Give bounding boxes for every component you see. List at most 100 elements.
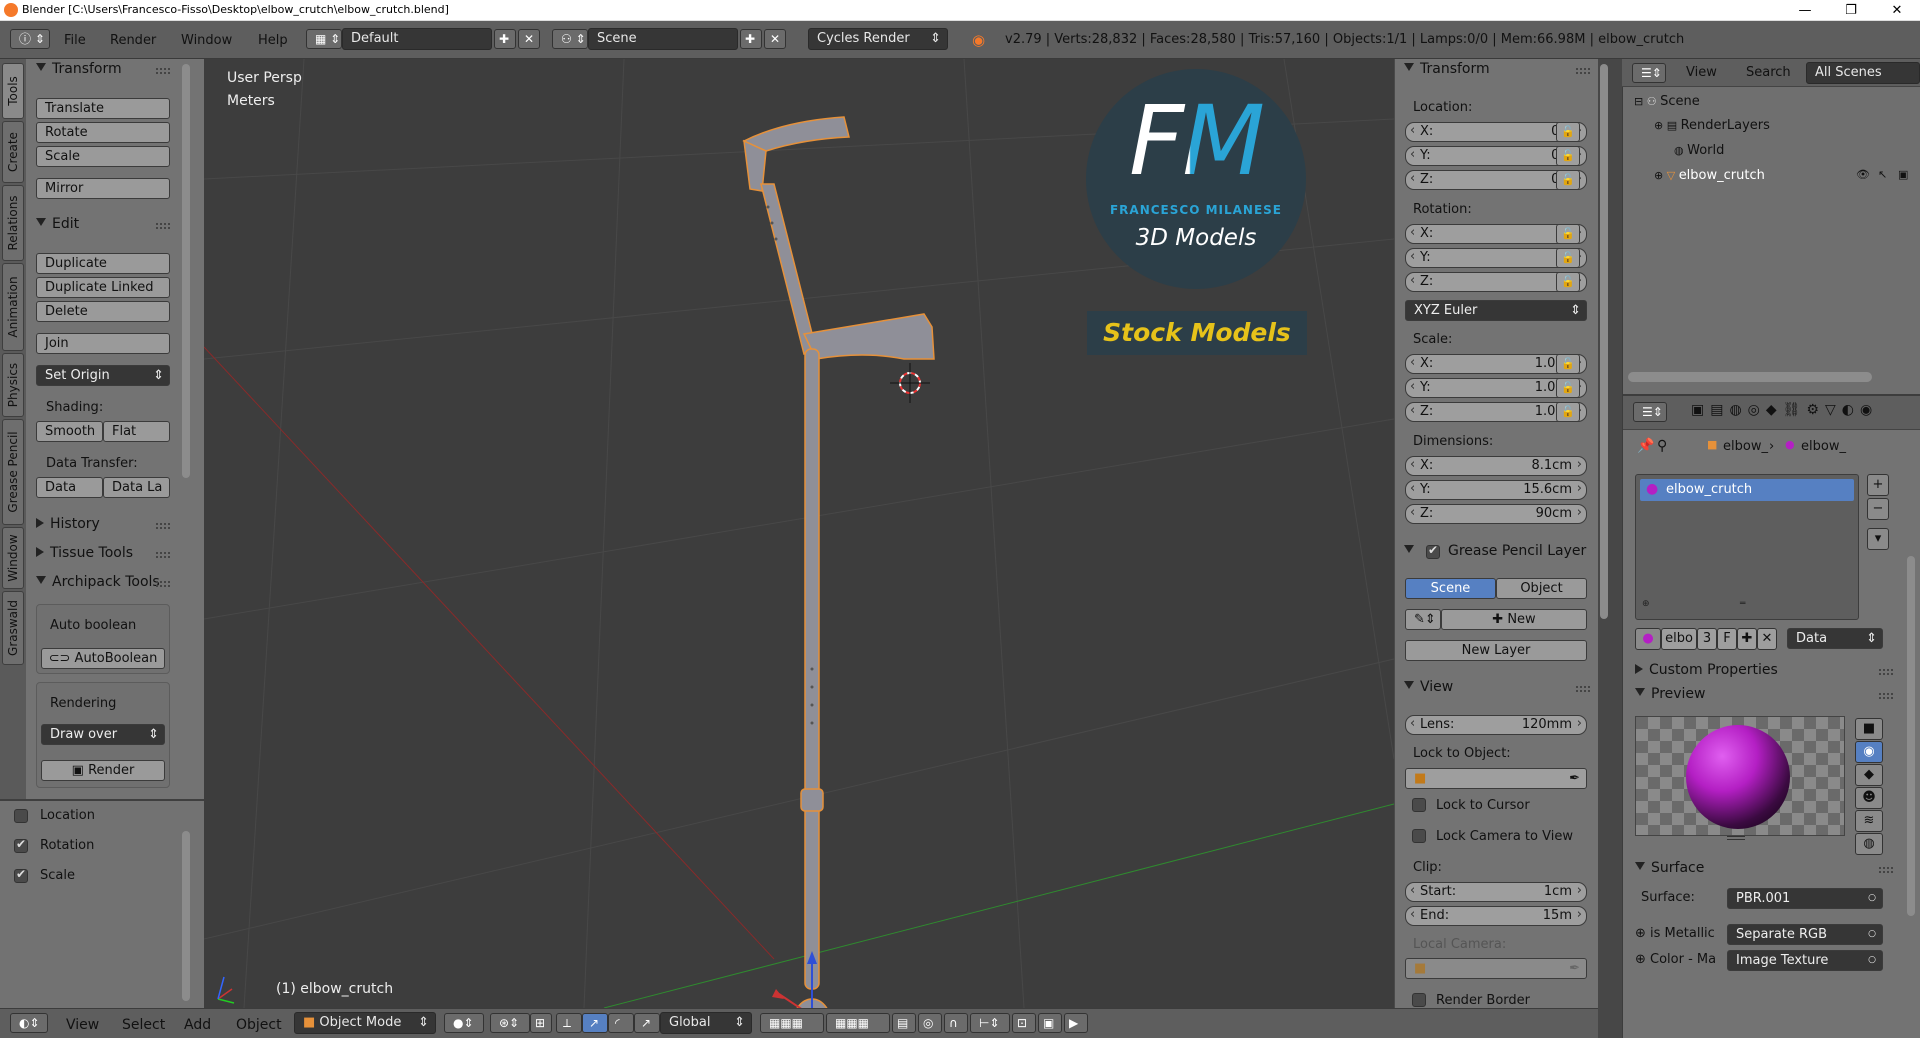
lock-icon[interactable]: 🔓 [1556,224,1580,244]
duplicate-button[interactable]: Duplicate [36,253,170,274]
add-layout-icon[interactable]: ✚ [494,29,516,49]
lock-icon[interactable]: 🔓 [1556,354,1580,374]
layers-grid-2[interactable]: ▦▦▦ [826,1013,890,1033]
location-checkbox[interactable] [14,809,28,823]
add-slot-button[interactable]: + [1867,474,1889,496]
opengl-render-icon[interactable]: ▣ [1038,1013,1062,1033]
drag-handle-icon[interactable] [1576,686,1590,692]
menu-view[interactable]: View [66,1017,99,1033]
snap-target-icon[interactable]: ⊡ [1012,1013,1036,1033]
menu-window[interactable]: Window [181,33,232,48]
render-border-checkbox[interactable] [1412,993,1426,1007]
layout-field[interactable]: Default [342,28,492,50]
clip-end-field[interactable]: End: 15m [1405,906,1587,926]
remove-layout-icon[interactable]: ✕ [518,29,540,49]
rotation-checkbox[interactable] [14,837,28,853]
npanel-scrollbar[interactable] [1600,64,1608,619]
transform-space-icon[interactable]: ↗ [634,1013,660,1033]
surface-header[interactable]: Surface [1635,860,1704,876]
screen-layout-icon[interactable]: ▦ ⇕ [306,29,342,49]
scene-field[interactable]: Scene [588,28,738,50]
menu-object[interactable]: Object [236,1017,282,1033]
rotate-manipulator-icon[interactable]: ◜ [608,1013,634,1033]
expand-icon[interactable]: ⊕ [1635,926,1650,941]
pivot-point-icon[interactable]: ⊛⇕ [490,1013,530,1033]
autoboolean-button[interactable]: ⊂⊃ AutoBoolean [41,648,165,669]
archipack-panel-header[interactable]: Archipack Tools [36,574,166,590]
list-filter-icon[interactable]: ⊕ [1642,599,1650,609]
orientation-dropdown[interactable]: Global ⇕ [660,1012,752,1034]
dimension-y-field[interactable]: Y: 15.6cm [1405,480,1587,500]
lock-icon[interactable]: 🔓 [1556,272,1580,292]
preview-header[interactable]: Preview [1635,686,1706,702]
preview-sphere-icon[interactable]: ◉ [1855,741,1883,763]
is-metallic-input[interactable]: Separate RGB ○ [1727,924,1883,945]
local-camera-field[interactable]: ■ ✒ [1405,958,1587,979]
duplicate-linked-button[interactable]: Duplicate Linked [36,277,170,298]
pin-icon[interactable]: 📌 [1637,438,1654,454]
drag-handle-icon[interactable] [156,523,170,529]
remove-scene-icon[interactable]: ✕ [764,29,786,49]
gp-scene-button[interactable]: Scene [1405,578,1496,599]
outliner-view-menu[interactable]: View [1686,65,1717,80]
scale-checkbox[interactable] [14,867,28,883]
preview-monkey-icon[interactable]: ☻ [1855,787,1883,809]
data-transfer-button[interactable]: Data [36,477,103,498]
outliner-editor-icon[interactable]: ☰⇕ [1632,63,1666,83]
3d-cursor[interactable] [890,363,930,403]
tab-graswald[interactable]: Graswald [2,591,24,665]
lock-to-cursor-checkbox[interactable] [1412,798,1426,812]
preview-hair-icon[interactable]: ≋ [1855,810,1883,832]
outliner-row-scene[interactable]: ⊟ ⚇ Scene [1634,94,1700,109]
3d-viewport[interactable]: User Persp Meters (1) elbow_crutch FM FR… [204,59,1394,1008]
unlink-material-icon[interactable]: ✕ [1757,628,1777,650]
material-link-dropdown[interactable]: Data ⇕ [1787,628,1883,649]
lock-icon[interactable]: 🔓 [1556,122,1580,142]
editor-type-info-icon[interactable]: ⓘ ⇕ [10,29,50,49]
preview-world-icon[interactable]: ◍ [1855,833,1883,855]
lock-icon[interactable]: 🔓 [1556,146,1580,166]
flat-button[interactable]: Flat [103,421,170,442]
material-users-count[interactable]: 3 [1697,628,1717,650]
add-scene-icon[interactable]: ✚ [740,29,762,49]
lock-layer-icon[interactable]: ▤ [892,1013,916,1033]
menu-file[interactable]: File [64,33,86,48]
color-input[interactable]: Image Texture ○ [1727,950,1883,971]
visibility-eye-icon[interactable]: 👁 [1856,168,1870,181]
scale-button[interactable]: Scale [36,146,170,167]
tissue-tools-panel-header[interactable]: Tissue Tools [36,545,133,561]
manipulator-toggle-icon[interactable]: ⊞ [530,1013,552,1033]
opengl-anim-icon[interactable]: ▶ [1064,1013,1088,1033]
lock-icon[interactable]: 🔓 [1556,248,1580,268]
grease-pencil-header[interactable] [1404,543,1420,559]
operator-scrollbar[interactable] [182,831,190,1001]
material-browse-icon[interactable]: ● [1635,628,1661,650]
properties-editor-icon[interactable]: ☰⇕ [1633,402,1667,422]
edit-panel-header[interactable]: Edit [36,216,79,232]
outliner-search-menu[interactable]: Search [1746,65,1791,80]
drag-handle-icon[interactable] [1879,669,1893,675]
lens-field[interactable]: Lens: 120mm [1405,715,1587,735]
tab-grease-pencil[interactable]: Grease Pencil [2,419,24,525]
drag-handle-icon[interactable] [156,552,170,558]
menu-help[interactable]: Help [258,33,288,48]
preview-resize-handle[interactable] [1727,836,1745,840]
tab-physics[interactable]: Physics [2,353,24,417]
rotate-button[interactable]: Rotate [36,122,170,143]
delete-button[interactable]: Delete [36,301,170,322]
translate-manipulator-icon[interactable]: ⟂ [556,1013,582,1033]
render-engine-dropdown[interactable]: Cycles Render ⇕ [808,28,948,50]
tab-window[interactable]: Window [2,527,24,589]
outliner-row-renderlayers[interactable]: ⊕ ▤ RenderLayers [1654,118,1770,133]
drag-handle-icon[interactable] [1879,693,1893,699]
mode-dropdown[interactable]: ■ Object Mode ⇕ [294,1012,436,1034]
transform-panel-header[interactable]: Transform [36,61,122,77]
slot-specials-button[interactable]: ▾ [1867,528,1889,550]
custom-properties-header[interactable]: Custom Properties [1635,662,1778,678]
data-layout-button[interactable]: Data La [103,477,170,498]
history-panel-header[interactable]: History [36,516,100,532]
toolshelf-scrollbar[interactable] [182,64,190,478]
gp-object-button[interactable]: Object [1496,578,1587,599]
dimension-z-field[interactable]: Z: 90cm [1405,504,1587,524]
set-origin-dropdown[interactable]: Set Origin ⇕ [36,365,170,386]
